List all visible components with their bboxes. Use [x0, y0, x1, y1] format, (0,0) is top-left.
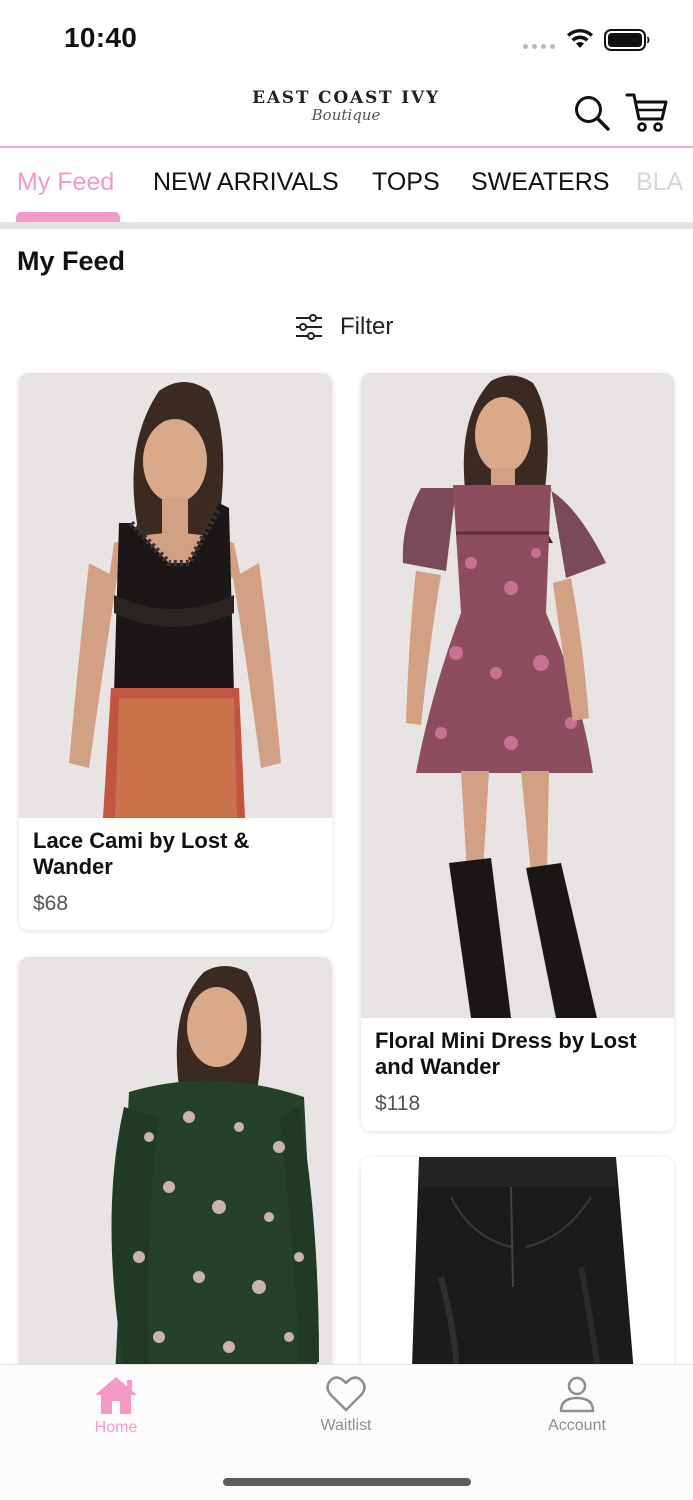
product-card[interactable]: Floral Mini Dress by Lost and Wander $11… [361, 373, 674, 1131]
nav-waitlist[interactable]: Waitlist [286, 1375, 406, 1435]
filter-button[interactable]: Filter [294, 310, 393, 344]
product-image[interactable] [19, 373, 332, 818]
home-indicator[interactable] [223, 1478, 471, 1486]
product-name[interactable]: Lace Cami by Lost & Wander [33, 828, 318, 880]
logo-wordmark: EAST COAST IVY [252, 88, 440, 108]
search-icon [575, 96, 610, 131]
product-card[interactable]: Lace Cami by Lost & Wander $68 [19, 373, 332, 930]
search-button[interactable] [572, 92, 612, 134]
person-icon [559, 1376, 595, 1413]
category-tabs: My Feed NEW ARRIVALS TOPS SWEATERS BLA [0, 150, 693, 222]
home-icon [95, 1377, 137, 1414]
tab-sweaters[interactable]: SWEATERS [471, 168, 609, 197]
tab-divider [0, 222, 693, 229]
product-info: Floral Mini Dress by Lost and Wander $11… [361, 1018, 674, 1116]
nav-home[interactable]: Home [56, 1375, 176, 1437]
wifi-icon [567, 28, 593, 48]
active-tab-indicator [16, 212, 120, 222]
heart-icon [326, 1376, 366, 1412]
cart-icon [625, 93, 668, 132]
nav-waitlist-label: Waitlist [320, 1417, 372, 1434]
product-info: Lace Cami by Lost & Wander $68 [19, 818, 332, 916]
product-image[interactable] [361, 373, 674, 1018]
product-price: $118 [375, 1092, 421, 1115]
nav-account[interactable]: Account [517, 1375, 637, 1435]
tab-new-arrivals[interactable]: NEW ARRIVALS [153, 168, 339, 197]
product-price: $68 [33, 892, 69, 915]
nav-account-label: Account [548, 1417, 606, 1434]
status-time: 10:40 [64, 22, 138, 53]
tab-partial[interactable]: BLA [636, 168, 683, 197]
app-header: EAST COAST IVY Boutique [0, 80, 693, 148]
tab-my-feed[interactable]: My Feed [17, 168, 114, 197]
product-name[interactable]: Floral Mini Dress by Lost and Wander [375, 1028, 660, 1080]
product-card[interactable] [361, 1157, 674, 1397]
cart-button[interactable] [624, 90, 670, 134]
filter-sliders-icon [296, 314, 322, 340]
tab-tops[interactable]: TOPS [372, 168, 440, 197]
nav-home-label: Home [94, 1419, 138, 1436]
filter-label: Filter [340, 313, 394, 340]
store-logo[interactable]: EAST COAST IVY Boutique [236, 88, 456, 142]
logo-script: Boutique [311, 106, 381, 124]
product-image[interactable] [361, 1157, 674, 1397]
product-image[interactable] [19, 957, 332, 1397]
product-card[interactable] [19, 957, 332, 1397]
battery-icon [604, 29, 650, 51]
signal-dots-icon [523, 44, 555, 49]
page-title: My Feed [17, 246, 126, 276]
status-bar: 10:40 [0, 0, 693, 80]
